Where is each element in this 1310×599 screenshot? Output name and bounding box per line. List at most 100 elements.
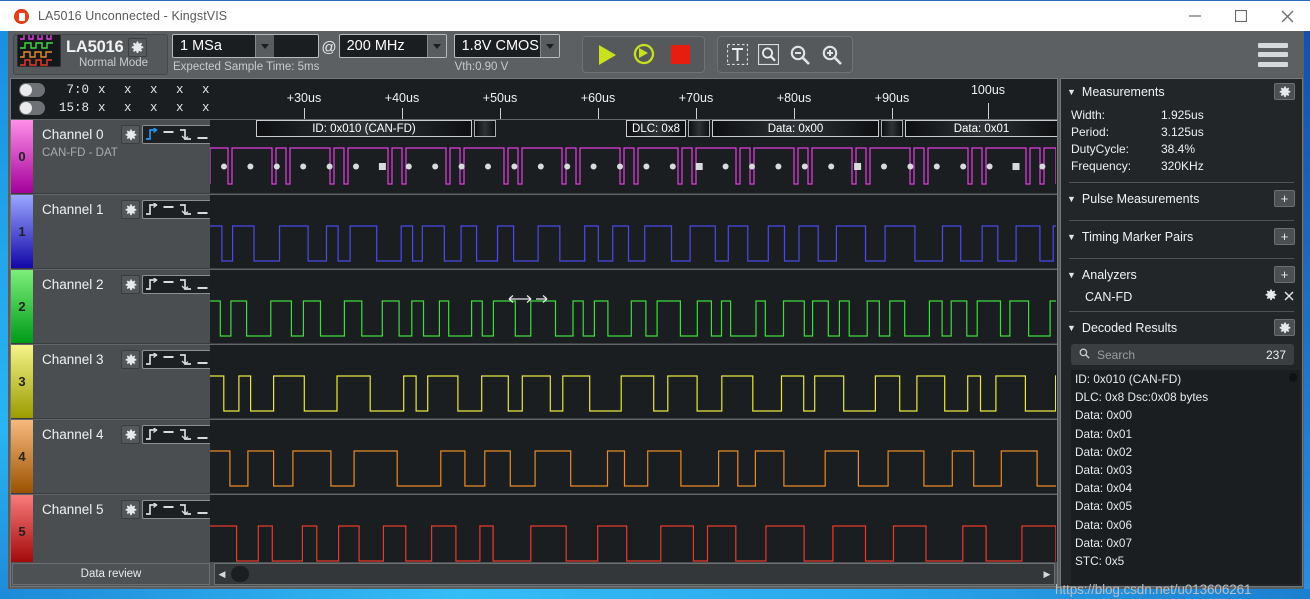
channel-waveform-1[interactable] — [210, 194, 1057, 269]
horizontal-scrollbar[interactable]: ◀ ▶ — [214, 563, 1055, 585]
channel-settings-gear-icon[interactable] — [121, 350, 140, 369]
channel-trigger-selector[interactable] — [142, 275, 212, 294]
decoded-result-row[interactable]: Data: 0x07 — [1071, 534, 1300, 552]
remove-analyzer-close-icon[interactable] — [1284, 288, 1294, 306]
trigger-rising-edge-icon[interactable] — [143, 126, 160, 143]
trigger-falling-edge-icon[interactable] — [177, 201, 194, 218]
channel-settings-gear-icon[interactable] — [121, 200, 140, 219]
device-settings-gear-icon[interactable] — [127, 38, 147, 57]
channel-settings-gear-icon[interactable] — [121, 275, 140, 294]
scrollbar-thumb[interactable] — [231, 566, 249, 582]
zoom-fit-icon[interactable] — [757, 44, 779, 65]
device-panel[interactable]: LA5016 Normal Mode — [13, 34, 168, 75]
trigger-low-level-icon[interactable] — [194, 276, 211, 293]
width-measure-cursor[interactable] — [508, 292, 550, 306]
trigger-low-level-icon[interactable] — [194, 126, 211, 143]
decode-annotation[interactable]: DLC: 0x8 — [626, 120, 686, 137]
trigger-high-level-icon[interactable] — [160, 351, 177, 368]
decode-annotation[interactable]: Data: 0x01 — [905, 120, 1057, 137]
decoded-result-row[interactable]: DLC: 0x8 Dsc:0x08 bytes — [1071, 388, 1300, 406]
decode-annotation[interactable] — [881, 120, 903, 137]
decode-annotation[interactable] — [474, 120, 496, 137]
decoded-result-row[interactable]: ID: 0x010 (CAN-FD) — [1071, 370, 1300, 388]
channel-trigger-selector[interactable] — [142, 350, 212, 369]
channel-waveform-5[interactable] — [210, 494, 1057, 569]
channel-trigger-selector[interactable] — [142, 425, 212, 444]
channel-waveform-4[interactable] — [210, 419, 1057, 494]
decoded-result-row[interactable]: STC: 0x5 — [1071, 552, 1300, 570]
add-timing-marker-pair-button[interactable]: + — [1274, 228, 1295, 245]
trigger-high-level-icon[interactable] — [160, 426, 177, 443]
chevron-down-icon[interactable]: ▼ — [1067, 87, 1076, 97]
add-analyzer-button[interactable]: + — [1274, 266, 1295, 283]
decode-annotation[interactable]: Data: 0x00 — [712, 120, 879, 137]
decode-annotation[interactable]: ID: 0x010 (CAN-FD) — [256, 120, 472, 137]
trigger-rising-edge-icon[interactable] — [143, 276, 160, 293]
digital-group-toggle-15-8[interactable] — [19, 101, 45, 115]
decoded-result-row[interactable]: Data: 0x03 — [1071, 461, 1300, 479]
chevron-down-icon[interactable] — [255, 35, 274, 57]
scroll-left-arrow-icon[interactable]: ◀ — [215, 569, 229, 580]
chevron-down-icon[interactable] — [426, 35, 446, 57]
channel-waveform-0[interactable]: ID: 0x010 (CAN-FD) DLC: 0x8 Data: 0x00 Data… — [210, 119, 1057, 194]
channel-trigger-selector[interactable] — [142, 200, 212, 219]
trigger-high-level-icon[interactable] — [160, 276, 177, 293]
channel-settings-gear-icon[interactable] — [121, 125, 140, 144]
loop-play-icon[interactable] — [632, 43, 657, 66]
decoded-result-row[interactable]: Data: 0x01 — [1071, 425, 1300, 443]
trigger-high-level-icon[interactable] — [160, 501, 177, 518]
channel-settings-gear-icon[interactable] — [121, 425, 140, 444]
analyzer-gear-icon[interactable] — [1265, 288, 1277, 306]
results-scrollbar-thumb[interactable] — [1289, 373, 1297, 382]
search-input[interactable]: Search 237 — [1071, 344, 1294, 365]
decoded-results-list[interactable]: ID: 0x010 (CAN-FD) DLC: 0x8 Dsc:0x08 byte… — [1071, 370, 1300, 584]
measurements-section-header[interactable]: ▼ Measurements — [1061, 79, 1302, 104]
minimize-button[interactable] — [1172, 1, 1218, 32]
channel-label-3[interactable]: 3 Channel 3 — [11, 344, 212, 419]
channel-label-2[interactable]: 2 Channel 2 — [11, 269, 212, 344]
stop-icon[interactable] — [670, 45, 690, 64]
channel-waveform-2[interactable] — [210, 269, 1057, 344]
trigger-falling-edge-icon[interactable] — [177, 351, 194, 368]
play-icon[interactable] — [597, 44, 618, 66]
hamburger-menu-icon[interactable] — [1258, 42, 1288, 67]
pulse-measurements-section-header[interactable]: ▼ Pulse Measurements + — [1061, 186, 1302, 211]
sample-depth-combo[interactable]: 1 MSa — [172, 34, 320, 58]
trigger-high-level-icon[interactable] — [160, 201, 177, 218]
chevron-down-icon[interactable]: ▼ — [1067, 323, 1076, 333]
decoded-results-section-header[interactable]: ▼ Decoded Results — [1061, 315, 1302, 340]
chevron-down-icon[interactable] — [539, 35, 559, 57]
trigger-rising-edge-icon[interactable] — [143, 351, 160, 368]
channel-trigger-selector[interactable] — [142, 500, 212, 519]
digital-group-toggle-7-0[interactable] — [19, 83, 45, 97]
trigger-falling-edge-icon[interactable] — [177, 501, 194, 518]
chevron-down-icon[interactable]: ▼ — [1067, 232, 1076, 242]
channel-trigger-selector[interactable] — [142, 125, 212, 144]
add-pulse-measurement-button[interactable]: + — [1274, 190, 1295, 207]
text-tool-icon[interactable] — [726, 44, 748, 65]
trigger-rising-edge-icon[interactable] — [143, 426, 160, 443]
scroll-right-arrow-icon[interactable]: ▶ — [1040, 569, 1054, 580]
trigger-rising-edge-icon[interactable] — [143, 201, 160, 218]
trigger-low-level-icon[interactable] — [194, 426, 211, 443]
chevron-down-icon[interactable]: ▼ — [1067, 270, 1076, 280]
trigger-low-level-icon[interactable] — [194, 501, 211, 518]
channel-label-5[interactable]: 5 Channel 5 — [11, 494, 212, 569]
decoded-result-row[interactable]: Data: 0x05 — [1071, 497, 1300, 515]
trigger-falling-edge-icon[interactable] — [177, 276, 194, 293]
trigger-rising-edge-icon[interactable] — [143, 501, 160, 518]
time-ruler[interactable]: +30us +40us +50us +60us +70us +80us +90us 100us — [211, 79, 1057, 119]
channel-label-4[interactable]: 4 Channel 4 — [11, 419, 212, 494]
channel-waveform-3[interactable] — [210, 344, 1057, 419]
timing-marker-pairs-section-header[interactable]: ▼ Timing Marker Pairs + — [1061, 224, 1302, 249]
sample-rate-combo[interactable]: 200 MHz — [338, 34, 447, 58]
trigger-falling-edge-icon[interactable] — [177, 426, 194, 443]
voltage-level-combo[interactable]: 1.8V CMOS — [453, 34, 560, 58]
channel-label-1[interactable]: 1 Channel 1 — [11, 194, 212, 269]
decoded-result-row[interactable]: Data: 0x00 — [1071, 406, 1300, 424]
close-button[interactable] — [1264, 1, 1310, 32]
decoded-results-gear-icon[interactable] — [1274, 319, 1295, 336]
zoom-out-icon[interactable] — [789, 44, 811, 66]
channel-settings-gear-icon[interactable] — [121, 500, 140, 519]
trigger-falling-edge-icon[interactable] — [177, 126, 194, 143]
